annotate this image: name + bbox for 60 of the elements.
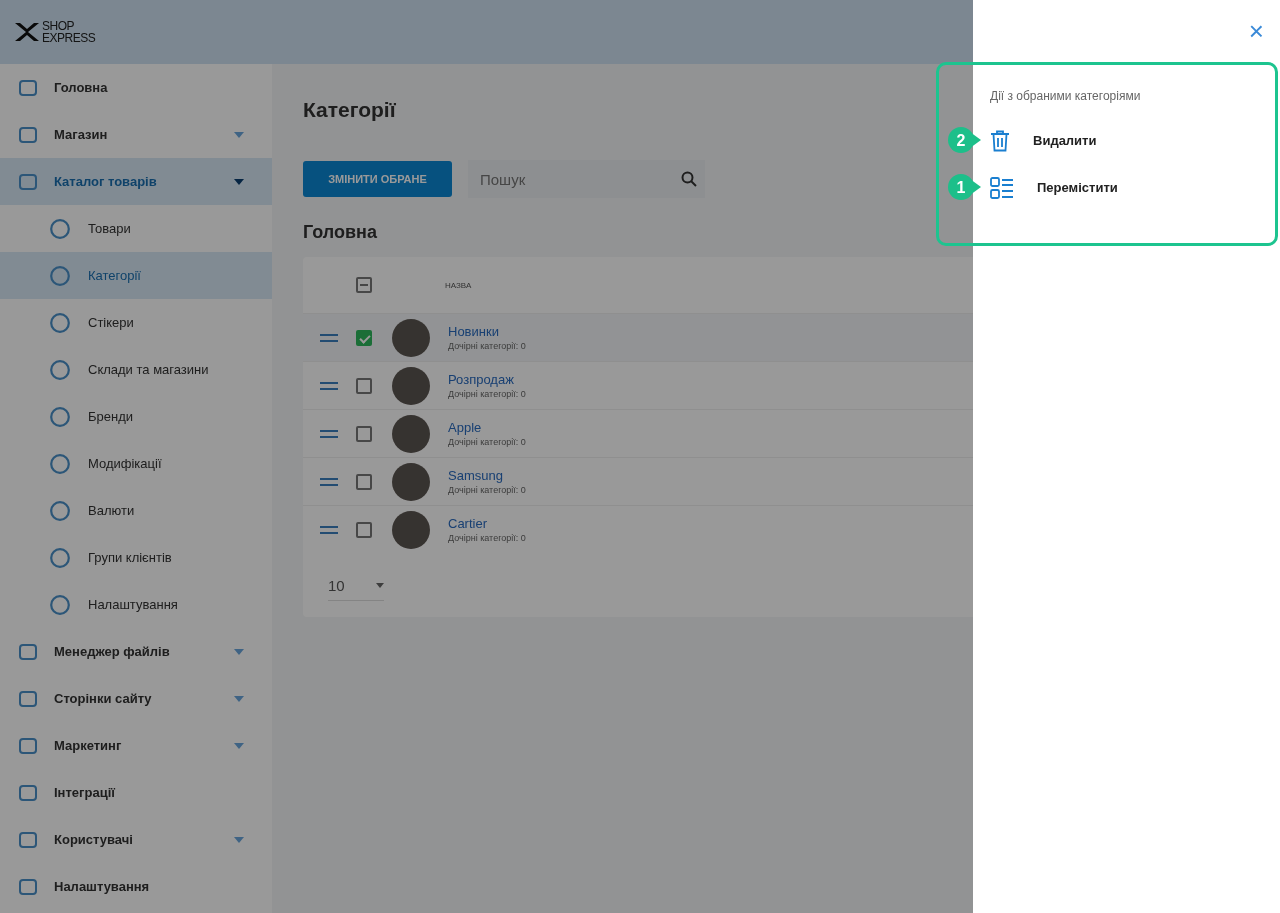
category-link[interactable]: Розпродаж	[448, 372, 526, 387]
subcategory-count: Дочірні категорії: 0	[448, 533, 526, 543]
sidebar-item[interactable]: Валюти	[0, 487, 272, 534]
drag-handle-icon[interactable]	[320, 429, 338, 438]
row-checkbox[interactable]	[356, 425, 372, 442]
subcategory-count: Дочірні категорії: 0	[448, 389, 526, 399]
column-header: НАЗВА	[445, 280, 472, 290]
drag-handle-icon[interactable]	[320, 525, 338, 534]
sidebar-item[interactable]: Магазин	[0, 111, 272, 158]
close-button[interactable]: ×	[1248, 18, 1264, 44]
subcategory-count: Дочірні категорії: 0	[448, 437, 526, 447]
edit-selected-button[interactable]: ЗМІНИТИ ОБРАНЕ	[303, 161, 452, 197]
section-title: Головна	[303, 222, 378, 243]
sidebar-item[interactable]: Модифікації	[0, 440, 272, 487]
trash-icon	[990, 129, 1010, 152]
photo-placeholder	[392, 366, 430, 405]
sidebar-item[interactable]: Головна	[0, 64, 272, 111]
sidebar-item[interactable]: Маркетинг	[0, 722, 272, 769]
sidebar-item[interactable]: Інтеграції	[0, 769, 272, 816]
photo-placeholder	[392, 318, 430, 357]
photo-placeholder	[392, 414, 430, 453]
drawer-action[interactable]: Перемістити	[1037, 180, 1118, 195]
sidebar-item[interactable]: Користувачі	[0, 816, 272, 863]
caret-icon	[376, 583, 384, 588]
photo-placeholder	[392, 510, 430, 549]
search-icon	[681, 171, 697, 187]
sidebar-item[interactable]: Групи клієнтів	[0, 534, 272, 581]
sidebar-item[interactable]: Сторінки сайту	[0, 675, 272, 722]
sidebar-item[interactable]: Стікери	[0, 299, 272, 346]
sidebar-item[interactable]: Каталог товарів	[0, 158, 272, 205]
logo-icon	[14, 21, 40, 43]
logo-text: EXPRESS	[42, 32, 96, 44]
select-all-checkbox[interactable]	[356, 277, 372, 293]
drawer-action[interactable]: Видалити	[1033, 133, 1097, 148]
sidebar-item[interactable]: Бренди	[0, 393, 272, 440]
sidebar-item[interactable]: Категорії	[0, 252, 272, 299]
row-checkbox[interactable]	[356, 473, 372, 490]
category-link[interactable]: Apple	[448, 420, 526, 435]
sidebar-item[interactable]: Налаштування	[0, 581, 272, 628]
drag-handle-icon[interactable]	[320, 381, 338, 390]
page-title: Категорії	[303, 98, 397, 122]
sidebar-item[interactable]: Склади та магазини	[0, 346, 272, 393]
row-checkbox[interactable]	[356, 377, 372, 394]
photo-placeholder	[392, 462, 430, 501]
page-size-select[interactable]: 10	[328, 573, 384, 601]
category-link[interactable]: Новинки	[448, 324, 526, 339]
row-checkbox[interactable]	[356, 329, 372, 346]
category-link[interactable]: Cartier	[448, 516, 526, 531]
row-checkbox[interactable]	[356, 521, 372, 538]
subcategory-count: Дочірні категорії: 0	[448, 485, 526, 495]
sidebar-item[interactable]: Товари	[0, 205, 272, 252]
drag-handle-icon[interactable]	[320, 477, 338, 486]
category-link[interactable]: Samsung	[448, 468, 526, 483]
sidebar-item[interactable]: Менеджер файлів	[0, 628, 272, 675]
search-field[interactable]: Пошук	[468, 160, 705, 198]
drag-handle-icon[interactable]	[320, 333, 338, 342]
logo-text: SHOP	[42, 20, 75, 32]
sidebar-item[interactable]: Налаштування	[0, 863, 272, 910]
subcategory-count: Дочірні категорії: 0	[448, 341, 526, 351]
drawer-heading: Дії з обраними категоріями	[990, 89, 1142, 103]
